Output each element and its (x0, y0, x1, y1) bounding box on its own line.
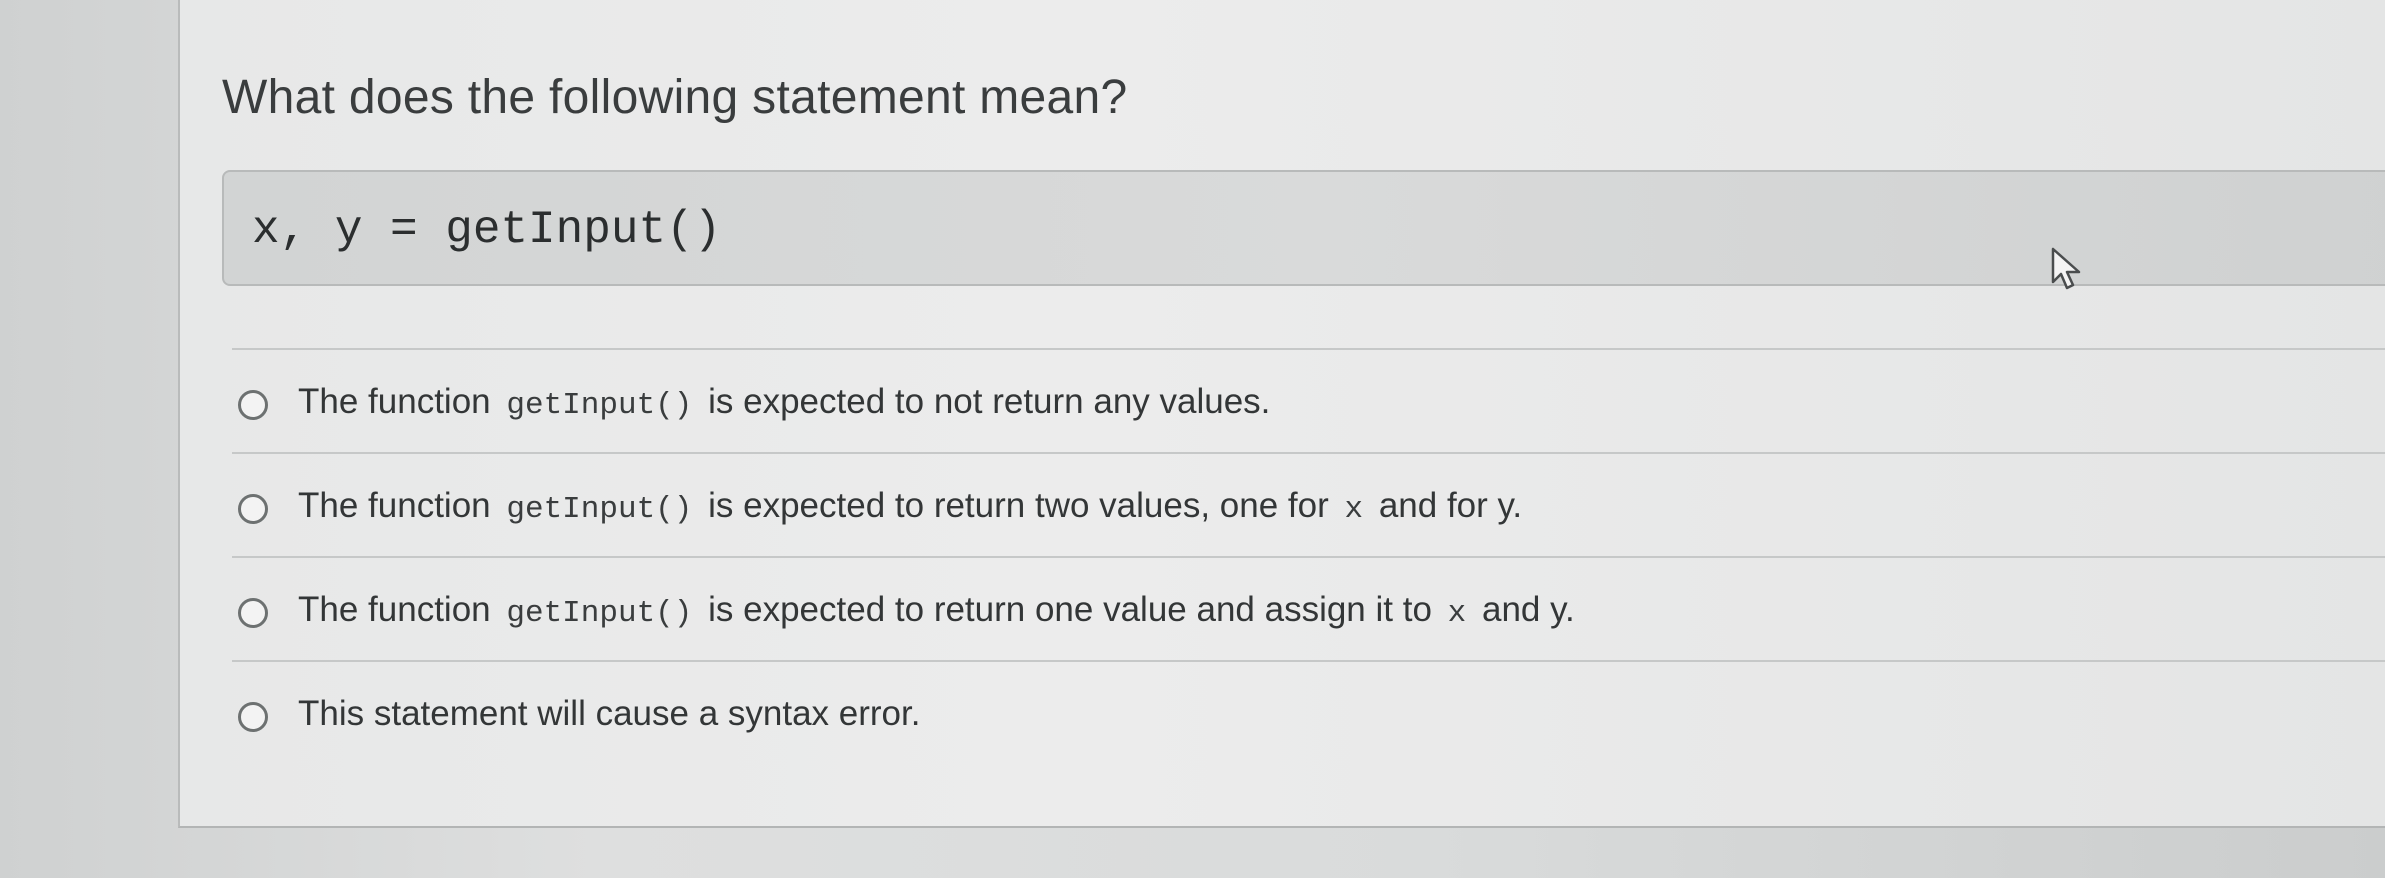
option-text-part: and y. (1482, 590, 1575, 629)
option-code: x (1344, 492, 1364, 527)
option-code: getInput() (506, 596, 693, 631)
mouse-pointer-icon (2051, 247, 2081, 290)
option-code: getInput() (506, 388, 693, 423)
radio-button-icon[interactable] (238, 598, 268, 628)
code-statement: x, y = getInput() (252, 204, 722, 256)
option-text-part: is expected to return two values, one fo… (708, 486, 1329, 525)
option-text-part: The function (298, 382, 491, 421)
answer-options: The function getInput() is expected to n… (232, 348, 2385, 764)
option-text-part: is expected to return one value and assi… (708, 590, 1432, 629)
option-code: getInput() (506, 492, 693, 527)
radio-button-icon[interactable] (238, 702, 268, 732)
answer-option-3[interactable]: The function getInput() is expected to r… (232, 556, 2385, 660)
option-label: This statement will cause a syntax error… (298, 694, 921, 733)
question-title: What does the following statement mean? (222, 71, 1128, 124)
answer-option-1[interactable]: The function getInput() is expected to n… (232, 348, 2385, 452)
option-text-part: The function (298, 590, 491, 629)
answer-option-4[interactable]: This statement will cause a syntax error… (232, 660, 2385, 764)
answer-option-2[interactable]: The function getInput() is expected to r… (232, 452, 2385, 556)
option-text-part: is expected to not return any values. (708, 382, 1271, 421)
option-label: The function getInput() is expected to n… (298, 382, 1270, 423)
option-text-part: and for y. (1378, 486, 1523, 525)
radio-button-icon[interactable] (238, 390, 268, 420)
radio-button-icon[interactable] (238, 494, 268, 524)
option-label: The function getInput() is expected to r… (298, 590, 1575, 631)
option-text-part: The function (298, 486, 491, 525)
option-label: The function getInput() is expected to r… (298, 486, 1522, 527)
option-code: x (1447, 596, 1467, 631)
